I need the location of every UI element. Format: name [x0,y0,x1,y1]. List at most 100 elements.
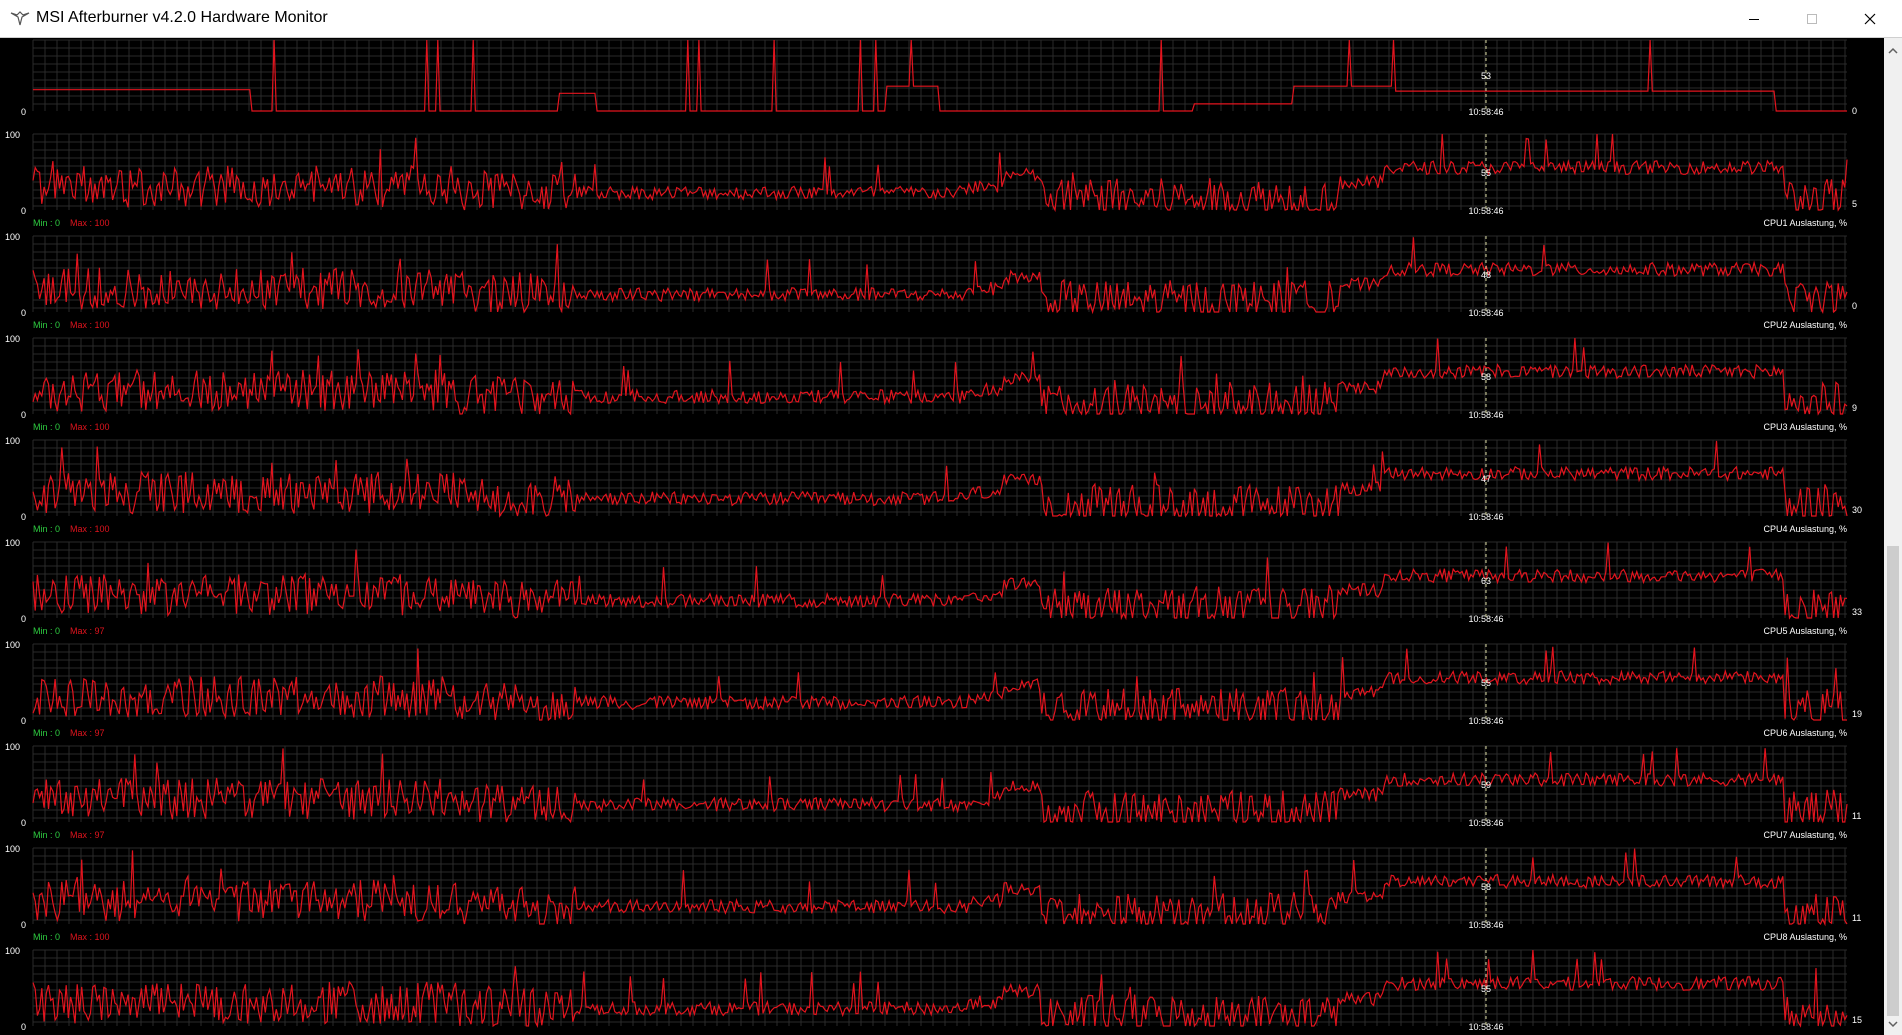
afterburner-logo-icon [10,11,30,26]
scroll-up-button[interactable] [1884,42,1902,60]
current-value-label: 0 [1852,301,1857,311]
cursor-value-label: 59 [1481,780,1491,790]
scale-min-label: 0 [21,107,26,117]
graph-panel-0: 0 53 10:58:46 0 [21,39,1857,117]
min-label: Min : 0 [33,422,60,432]
scale-min-label: 0 [21,614,26,624]
cursor-value-label: 58 [1481,372,1491,382]
cursor-value-label: 53 [1481,71,1491,81]
close-button[interactable] [1841,0,1899,38]
graph-name-label: CPU6 Auslastung, % [1763,728,1847,738]
scale-min-label: 0 [21,920,26,930]
graph-panel-7: 100 0 59 10:58:46 11 Min : 0 Max : 97 CPU7 Ausl… [5,742,1861,840]
max-label: Max : 100 [70,524,110,534]
scrollbar-thumb[interactable] [1887,546,1899,1016]
cursor-time-label: 10:58:46 [1468,716,1503,726]
min-label: Min : 0 [33,524,60,534]
cursor-time-label: 10:58:46 [1468,410,1503,420]
cursor-time-label: 10:58:46 [1468,818,1503,828]
cursor-time-label: 10:58:46 [1468,308,1503,318]
scale-max-label: 100 [5,232,20,242]
graph-panel-6: 100 0 55 10:58:46 19 Min : 0 Max : 97 CPU6 Ausl… [5,640,1862,738]
current-value-label: 5 [1852,199,1857,209]
current-value-label: 9 [1852,403,1857,413]
cursor-value-label: 55 [1481,168,1491,178]
graph-panel-2: 100 0 48 10:58:46 0 Min : 0 Max : 100 CPU2 Ausl… [5,232,1857,330]
graph-name-label: CPU4 Auslastung, % [1763,524,1847,534]
min-label: Min : 0 [33,626,60,636]
current-value-label: 33 [1852,607,1862,617]
scale-max-label: 100 [5,742,20,752]
max-label: Max : 100 [70,218,110,228]
graph-name-label: CPU3 Auslastung, % [1763,422,1847,432]
scale-max-label: 100 [5,334,20,344]
current-value-label: 11 [1852,913,1861,923]
max-label: Max : 97 [70,728,105,738]
series-line [32,542,1847,621]
scale-max-label: 100 [5,538,20,548]
scale-max-label: 100 [5,640,20,650]
cursor-time-label: 10:58:46 [1468,1022,1503,1032]
minimize-button[interactable] [1725,0,1783,38]
scale-max-label: 100 [5,436,20,446]
series-line [32,949,1848,1029]
min-label: Min : 0 [33,320,60,330]
scale-min-label: 0 [21,716,26,726]
graph-panel-9: 10005510:58:4615Min : 1Max : 97CPU Ausla… [5,946,1862,1035]
cursor-time-label: 10:58:46 [1468,107,1503,117]
graph-panel-8: 100 0 58 10:58:46 11 Min : 0 Max : 100 CPU8 Aus… [5,844,1861,942]
cursor-value-label: 55 [1481,678,1491,688]
graph-name-label: CPU1 Auslastung, % [1763,218,1847,228]
graph-panel-5: 100 0 63 10:58:46 33 Min : 0 Max : 97 CPU5 Ausl… [5,538,1862,636]
cursor-value-label: 63 [1481,576,1491,586]
current-value-label: 0 [1852,106,1857,116]
graph-name-label: CPU2 Auslastung, % [1763,320,1847,330]
graph-panel-3: 100 0 58 10:58:46 9 Min : 0 Max : 100 CPU3 Ausl… [5,334,1857,432]
max-label: Max : 100 [70,932,110,942]
max-label: Max : 100 [70,320,110,330]
max-label: Max : 97 [70,626,105,636]
window-title: MSI Afterburner v4.2.0 Hardware Monitor [36,9,328,26]
cursor-time-label: 10:58:46 [1468,206,1503,216]
scale-max-label: 100 [5,946,20,956]
max-label: Max : 100 [70,422,110,432]
scroll-down-button[interactable] [1884,1015,1902,1033]
cursor-value-label: 47 [1481,474,1491,484]
cursor-time-label: 10:58:46 [1468,614,1503,624]
min-label: Min : 0 [33,932,60,942]
cursor-time-label: 10:58:46 [1468,512,1503,522]
cursor-value-label: 55 [1481,984,1491,994]
current-value-label: 11 [1852,811,1861,821]
graphs-canvas[interactable]: 0 53 10:58:46 0 100 0 55 10:58:46 5 Min : 0 Max : … [0,38,1884,1035]
series-line [32,748,1848,824]
maximize-icon [1807,14,1817,24]
cursor-value-label: 58 [1481,882,1491,892]
series-line [33,39,1847,112]
scale-min-label: 0 [21,1022,26,1032]
current-value-label: 19 [1852,709,1862,719]
vertical-scrollbar[interactable] [1884,38,1902,1035]
maximize-button[interactable] [1783,0,1841,38]
min-label: Min : 0 [33,728,60,738]
scale-min-label: 0 [21,410,26,420]
graph-panel-1: 100 0 55 10:58:46 5 Min : 0 Max : 100 CPU1 Ausl… [5,130,1857,228]
series-line [32,237,1848,315]
scale-min-label: 0 [21,512,26,522]
max-label: Max : 97 [70,830,105,840]
hardware-monitor-panel[interactable]: 0 53 10:58:46 0 100 0 55 10:58:46 5 Min : 0 Max : … [0,38,1884,1035]
current-value-label: 15 [1852,1015,1862,1025]
min-label: Min : 0 [33,218,60,228]
scale-max-label: 100 [5,844,20,854]
series-line [32,440,1848,519]
scale-min-label: 0 [21,206,26,216]
scale-min-label: 0 [21,818,26,828]
scale-min-label: 0 [21,308,26,318]
close-icon [1864,13,1876,25]
cursor-value-label: 48 [1481,270,1491,280]
graph-name-label: CPU8 Auslastung, % [1763,932,1847,942]
series-line [32,646,1847,722]
graph-name-label: CPU5 Auslastung, % [1763,626,1847,636]
graph-panel-4: 100 0 47 10:58:46 30 Min : 0 Max : 100 CPU4 Aus… [5,436,1862,534]
cursor-time-label: 10:58:46 [1468,920,1503,930]
current-value-label: 30 [1852,505,1862,515]
